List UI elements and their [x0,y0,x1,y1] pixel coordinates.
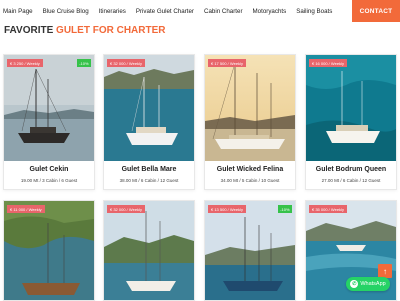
heading-accent: GULET FOR CHARTER [56,25,166,36]
back-to-top-button[interactable]: ↑ [378,264,392,278]
nav-itineraries[interactable]: Itineraries [99,8,126,15]
gulet-card[interactable]: € 11 000 / Weekly [3,200,95,301]
gulet-card[interactable]: € 13 500 / Weekly -10% [204,200,296,301]
whatsapp-label: WhatsApp [360,281,386,287]
gulet-photo[interactable]: € 17 500 / Weekly [205,55,295,161]
gulet-photo[interactable]: € 11 000 / Weekly [4,201,94,300]
nav-cabin-charter[interactable]: Cabin Charter [204,8,243,15]
gulet-specs: 34.00 Mt / 5 Cabin / 10 Guest [220,178,280,183]
discount-badge: -10% [277,205,292,213]
gulet-photo[interactable]: € 32 000 / Weekly [104,201,194,300]
gulet-specs: 27.00 Mt / 6 Cabin / 12 Guest [321,178,381,183]
gulet-card[interactable]: € 17 500 / Weekly Gulet Wicked Felina 34… [204,54,296,190]
gulet-specs: 38.00 Mt / 6 Cabin / 12 Guest [119,178,179,183]
gulet-name[interactable]: Gulet Bodrum Queen [306,166,396,173]
price-badge: € 32 000 / Weekly [107,59,145,67]
whatsapp-icon: ✆ [350,280,359,288]
gulet-name[interactable]: Gulet Cekin [4,166,94,173]
price-badge: € 11 000 / Weekly [7,205,45,213]
top-nav: Main Page Blue Cruise Blog Itineraries P… [0,0,400,22]
price-badge: € 35 000 / Weekly [309,205,347,213]
nav-motoryachts[interactable]: Motoryachts [253,8,287,15]
nav-private-gulet-charter[interactable]: Private Gulet Charter [136,8,194,15]
gulet-card[interactable]: € 32 000 / Weekly Gulet Bella Mare 38.00… [103,54,195,190]
section-heading: FAVORITE GULET FOR CHARTER [4,25,166,36]
arrow-up-icon: ↑ [383,266,387,276]
discount-badge: -10% [76,59,91,67]
price-badge: € 13 500 / Weekly [208,205,246,213]
gulet-name[interactable]: Gulet Bella Mare [104,166,194,173]
contact-button[interactable]: CONTACT [352,0,400,22]
price-badge: € 16 000 / Weekly [309,59,347,67]
whatsapp-button[interactable]: ✆ WhatsApp [346,277,390,291]
gulet-specs: 19.00 Mt / 3 Cabin / 6 Guest [20,178,78,183]
gulet-card[interactable]: € 32 000 / Weekly [103,200,195,301]
price-badge: € 17 500 / Weekly [208,59,246,67]
gulet-card[interactable]: € 16 000 / Weekly Gulet Bodrum Queen 27.… [305,54,397,190]
gulet-name[interactable]: Gulet Wicked Felina [205,166,295,173]
nav-main-page[interactable]: Main Page [3,8,33,15]
gulet-photo[interactable]: € 32 000 / Weekly [104,55,194,161]
price-badge: € 32 000 / Weekly [107,205,145,213]
heading-prefix: FAVORITE [4,25,54,36]
nav-blue-cruise-blog[interactable]: Blue Cruise Blog [43,8,89,15]
price-badge: € 3 250 / Weekly [7,59,43,67]
gulet-card[interactable]: € 3 250 / Weekly -10% Gulet Cekin 19.00 … [3,54,95,190]
nav-sailing-boats[interactable]: Sailing Boats [296,8,332,15]
gulet-photo[interactable]: € 16 000 / Weekly [306,55,396,161]
gulet-photo[interactable]: € 13 500 / Weekly -10% [205,201,295,300]
gulet-photo[interactable]: € 3 250 / Weekly -10% [4,55,94,161]
